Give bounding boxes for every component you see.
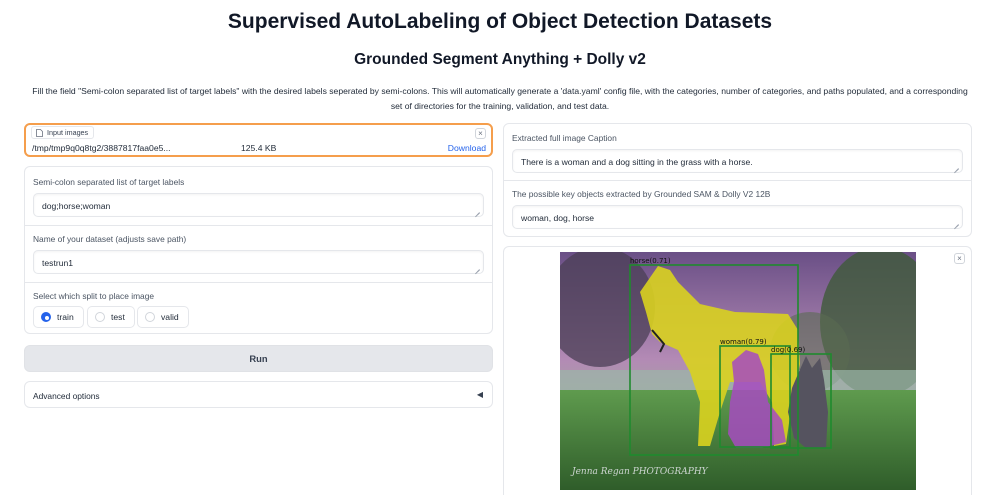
resize-handle-icon[interactable] <box>474 264 480 270</box>
resize-handle-icon[interactable] <box>953 219 959 225</box>
radio-train[interactable]: train <box>33 306 84 328</box>
labels-input[interactable]: dog;horse;woman <box>33 193 484 217</box>
detection-label-woman: woman(0.79) <box>720 338 767 346</box>
objects-output[interactable]: woman, dog, horse <box>512 205 963 229</box>
annotated-photo-svg: horse(0.71) woman(0.79) dog(0.69) Jenna … <box>560 252 916 490</box>
page-title: Supervised AutoLabeling of Object Detect… <box>227 10 773 33</box>
page-description: Fill the field "Semi-colon separated lis… <box>32 86 968 111</box>
dataset-name-value: testrun1 <box>42 258 74 268</box>
file-size: 125.4 KB <box>241 143 277 153</box>
annotated-image: horse(0.71) woman(0.79) dog(0.69) Jenna … <box>560 252 916 490</box>
divider <box>25 282 492 283</box>
divider <box>504 180 971 181</box>
file-path: /tmp/tmp9q0q8tg2/3887817faa0e5... <box>32 143 171 153</box>
caption-label: Extracted full image Caption <box>512 133 617 143</box>
input-images-panel[interactable]: Input images × /tmp/tmp9q0q8tg2/3887817f… <box>24 123 493 157</box>
radio-unchecked-icon <box>95 312 105 322</box>
dataset-field-label: Name of your dataset (adjusts save path) <box>33 234 187 244</box>
download-link[interactable]: Download <box>448 143 486 153</box>
resize-handle-icon[interactable] <box>953 163 959 169</box>
radio-test-label: test <box>111 312 125 322</box>
radio-valid[interactable]: valid <box>137 306 189 328</box>
radio-train-label: train <box>57 312 74 322</box>
caption-value: There is a woman and a dog sitting in th… <box>521 157 753 167</box>
divider <box>25 225 492 226</box>
input-images-tag: Input images <box>31 126 95 139</box>
radio-checked-icon <box>41 312 51 322</box>
radio-valid-label: valid <box>161 312 179 322</box>
collapse-arrow-icon[interactable]: ◀ <box>477 390 483 399</box>
page-subtitle: Grounded Segment Anything + Dolly v2 <box>354 51 646 68</box>
outputs-group: Extracted full image Caption There is a … <box>503 123 972 237</box>
radio-test[interactable]: test <box>87 306 135 328</box>
close-icon[interactable]: × <box>954 253 965 264</box>
objects-label: The possible key objects extracted by Gr… <box>512 189 771 199</box>
labels-field-label: Semi-colon separated list of target labe… <box>33 177 185 187</box>
form-group: Semi-colon separated list of target labe… <box>24 166 493 334</box>
advanced-options-accordion[interactable]: Advanced options ◀ <box>24 381 493 408</box>
dataset-name-input[interactable]: testrun1 <box>33 250 484 274</box>
detection-label-horse: horse(0.71) <box>630 257 671 265</box>
result-image-panel: × horse(0.71) woman(0.79) dog(0.69) Jenn… <box>503 246 972 495</box>
advanced-options-label: Advanced options <box>33 391 100 401</box>
detection-label-dog: dog(0.69) <box>771 346 805 354</box>
split-label: Select which split to place image <box>33 291 155 301</box>
labels-input-value: dog;horse;woman <box>42 201 111 211</box>
run-button[interactable]: Run <box>24 345 493 372</box>
caption-output[interactable]: There is a woman and a dog sitting in th… <box>512 149 963 173</box>
file-icon <box>36 128 43 137</box>
photo-watermark: Jenna Regan PHOTOGRAPHY <box>570 467 709 477</box>
resize-handle-icon[interactable] <box>474 207 480 213</box>
radio-unchecked-icon <box>145 312 155 322</box>
objects-value: woman, dog, horse <box>521 213 595 223</box>
close-icon[interactable]: × <box>475 128 486 139</box>
input-images-label: Input images <box>47 128 89 137</box>
